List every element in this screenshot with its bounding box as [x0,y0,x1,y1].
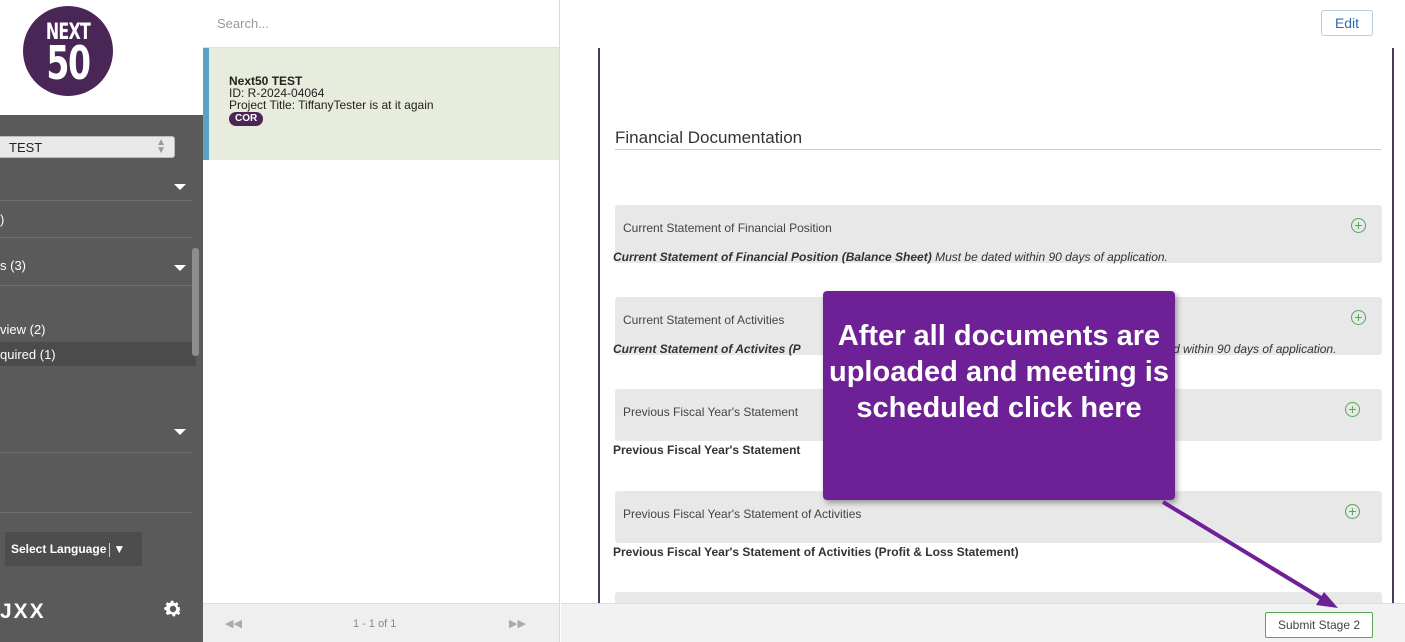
sidebar-item[interactable]: quired (1) [0,347,203,362]
document-description-note: Must be dated within 90 days of applicat… [931,250,1168,264]
logo-line2: 50 [46,36,91,90]
document-description: Current Statement of Activites (P [613,342,801,356]
sidebar-scrollbar[interactable] [192,248,199,356]
organization-select-value: TEST [9,140,43,155]
document-description-title: Current Statement of Activites (P [613,342,801,356]
document-description-note-text: d within 90 days of application. [1173,342,1337,356]
sidebar-divider [0,285,193,286]
pager-next-icon[interactable]: ▶▶ [509,617,526,630]
sidebar-item[interactable]: view (2) [0,322,203,337]
select-spinner-icon: ▲ ▼ [156,137,166,156]
add-document-icon[interactable]: + [1345,402,1360,417]
submit-stage-button[interactable]: Submit Stage 2 [1265,612,1373,638]
language-dropdown-icon: ▼ [113,542,126,556]
sidebar-item-label: view (2) [0,322,46,337]
sidebar-item[interactable]: ) [0,212,203,227]
add-document-icon[interactable]: + [1351,218,1366,233]
section-divider [615,149,1381,150]
organization-select[interactable]: TEST ▲ ▼ [0,136,175,158]
pager-count: 1 - 1 of 1 [353,618,397,630]
sidebar-divider [0,200,193,201]
language-select[interactable]: Select Language ▼ [5,532,142,566]
status-badge: COR [229,112,264,126]
document-description-title: Current Statement of Financial Position … [613,250,932,264]
next50-logo[interactable]: NEXT 50 ® [23,6,113,96]
document-description: Previous Fiscal Year's Statement of Acti… [613,545,1019,559]
sidebar: NEXT 50 ® TEST ▲ ▼ ) s (3) view (2) quire… [0,0,203,642]
document-card-partial [615,592,1382,603]
gear-icon[interactable] [162,598,184,620]
sidebar-item-label: s (3) [0,258,26,273]
language-select-label: Select Language [11,542,107,556]
chevron-down-icon[interactable] [174,184,186,190]
add-document-icon[interactable]: + [1351,310,1366,325]
sidebar-divider [0,237,193,238]
add-document-icon[interactable]: + [1345,504,1360,519]
instruction-callout: After all documents are uploaded and mee… [823,291,1175,500]
chevron-down-icon[interactable] [174,429,186,435]
user-initials[interactable]: JXX [0,600,46,624]
language-separator [109,542,111,557]
sidebar-divider [0,452,193,453]
document-description: Previous Fiscal Year's Statement [613,443,800,457]
sidebar-item-label: quired (1) [0,347,56,362]
pager-prev-icon[interactable]: ◀◀ [225,617,242,630]
document-card-title: Current Statement of Financial Position [623,221,832,235]
document-description-title: Previous Fiscal Year's Statement of Acti… [613,545,1019,559]
chevron-down-icon[interactable] [174,265,186,271]
document-description-note: d within 90 days of application. [1173,342,1336,356]
edit-button[interactable]: Edit [1321,10,1373,36]
list-item-project-title: Project Title: TiffanyTester is at it ag… [229,98,434,112]
sidebar-item-label: ) [0,212,5,227]
search-input[interactable] [203,0,559,48]
document-description-title: Previous Fiscal Year's Statement [613,443,801,457]
application-list-panel: Next50 TEST ID: R-2024-04064 Project Tit… [203,0,560,642]
logo-registered-mark: ® [103,80,107,86]
document-description: Current Statement of Financial Position … [613,250,1168,264]
section-title: Financial Documentation [615,128,803,147]
sidebar-item[interactable]: s (3) [0,258,203,273]
sidebar-divider [0,512,193,513]
pagination-bar: ◀◀ 1 - 1 of 1 ▶▶ [203,603,559,642]
document-card-title: Previous Fiscal Year's Statement [623,405,799,419]
logo-area: NEXT 50 ® [0,0,203,115]
list-item[interactable]: Next50 TEST ID: R-2024-04064 Project Tit… [203,48,559,160]
document-card-title: Current Statement of Activities [623,313,785,327]
document-card-title: Previous Fiscal Year's Statement of Acti… [623,507,862,521]
